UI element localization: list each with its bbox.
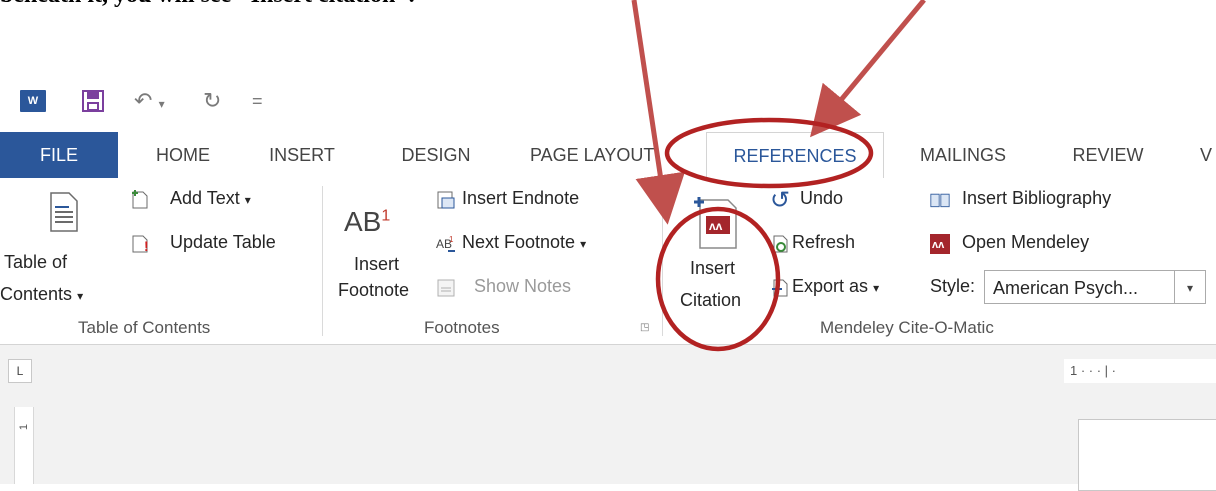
show-notes-icon <box>437 279 455 297</box>
toc-label-line2: Contents ▾ <box>0 284 84 304</box>
document-page[interactable] <box>1078 419 1216 491</box>
undo-icon[interactable]: ↶ ▾ <box>134 90 174 114</box>
group-label-toc: Table of Contents <box>78 318 211 337</box>
insert-endnote-label: Insert Endnote <box>462 188 580 208</box>
svg-text:ʌʌ: ʌʌ <box>932 239 945 251</box>
redo-icon[interactable]: ↻ <box>203 90 233 114</box>
group-separator <box>662 186 663 336</box>
tab-review[interactable]: REVIEW <box>1068 132 1148 178</box>
svg-text:!: ! <box>144 238 149 254</box>
citation-style-value: American Psych... <box>993 278 1139 298</box>
horizontal-ruler: 1 · · · | · <box>1064 359 1216 383</box>
refresh-icon <box>773 235 788 253</box>
open-mendeley-label: Open Mendeley <box>962 232 1090 252</box>
citation-style-select[interactable]: American Psych... ▾ <box>984 270 1206 304</box>
vertical-ruler: 1 <box>14 407 34 484</box>
toc-label-line1: Table of <box>4 252 68 272</box>
tab-home[interactable]: HOME <box>148 132 218 178</box>
tab-stop-selector[interactable]: L <box>8 359 32 383</box>
insert-citation-line1: Insert <box>690 258 736 278</box>
mendeley-logo-icon: ʌʌ <box>930 234 950 254</box>
export-as-label: Export as ▾ <box>792 276 880 296</box>
svg-text:ʌʌ: ʌʌ <box>709 219 723 233</box>
add-text-label: Add Text ▾ <box>170 188 251 208</box>
insert-citation-button[interactable]: ʌʌ Insert Citation <box>672 188 762 318</box>
mendeley-citation-icon: ʌʌ <box>694 197 737 249</box>
show-notes-label: Show Notes <box>474 276 572 296</box>
tab-insert[interactable]: INSERT <box>262 132 342 178</box>
insert-footnote-line2: Footnote <box>338 280 410 300</box>
customize-toolbar-icon[interactable]: = <box>252 90 272 114</box>
style-label: Style: <box>930 276 976 296</box>
mendeley-undo-label: Undo <box>800 188 844 208</box>
refresh-label: Refresh <box>792 232 856 252</box>
insert-footnote-line1: Insert <box>354 254 400 274</box>
insert-footnote-button[interactable]: AB1 Insert Footnote <box>334 198 434 318</box>
tab-mailings[interactable]: MAILINGS <box>910 132 1016 178</box>
next-footnote-label: Next Footnote ▾ <box>462 232 587 252</box>
update-table-icon: ! <box>132 235 149 254</box>
group-label-footnotes: Footnotes <box>424 318 500 337</box>
tab-file[interactable]: FILE <box>0 132 118 178</box>
endnote-icon <box>437 191 455 209</box>
svg-text:1: 1 <box>449 235 454 244</box>
table-of-contents-button[interactable]: Table of Contents ▾ <box>0 178 120 308</box>
save-icon[interactable] <box>82 90 104 112</box>
tab-view[interactable]: V <box>1196 132 1216 178</box>
references-ribbon: Table of Contents ▾ Add Text ▾ ! Update … <box>0 178 1216 345</box>
document-area: L 1 · · · | · 1 <box>0 345 1216 491</box>
next-footnote-icon: AB1 <box>436 235 455 252</box>
word-app-icon: W <box>20 90 46 112</box>
undo-arrow-icon: ↺ <box>770 187 791 214</box>
footnote-ab-icon: AB1 <box>344 206 391 237</box>
update-table-label: Update Table <box>170 232 276 252</box>
chevron-down-icon[interactable]: ▾ <box>1174 271 1205 303</box>
instruction-caption: beneath it, you will see "Insert citatio… <box>0 0 415 9</box>
dialog-launcher-icon[interactable]: ◳ <box>640 322 649 333</box>
ribbon-tab-bar: FILE HOME INSERT DESIGN PAGE LAYOUT REFE… <box>0 132 1216 180</box>
document-icon <box>50 192 78 232</box>
tab-references[interactable]: REFERENCES <box>706 132 884 180</box>
export-icon <box>772 279 788 297</box>
group-separator <box>322 186 323 336</box>
insert-bibliography-label: Insert Bibliography <box>962 188 1112 208</box>
tab-design[interactable]: DESIGN <box>397 132 475 178</box>
bibliography-book-icon <box>930 193 950 208</box>
add-text-icon <box>132 190 148 209</box>
insert-citation-line2: Citation <box>680 290 742 310</box>
quick-access-toolbar: W ↶ ▾ ↻ = <box>0 82 1216 122</box>
tab-page-layout[interactable]: PAGE LAYOUT <box>530 132 670 178</box>
group-label-mendeley: Mendeley Cite-O-Matic <box>820 318 994 337</box>
